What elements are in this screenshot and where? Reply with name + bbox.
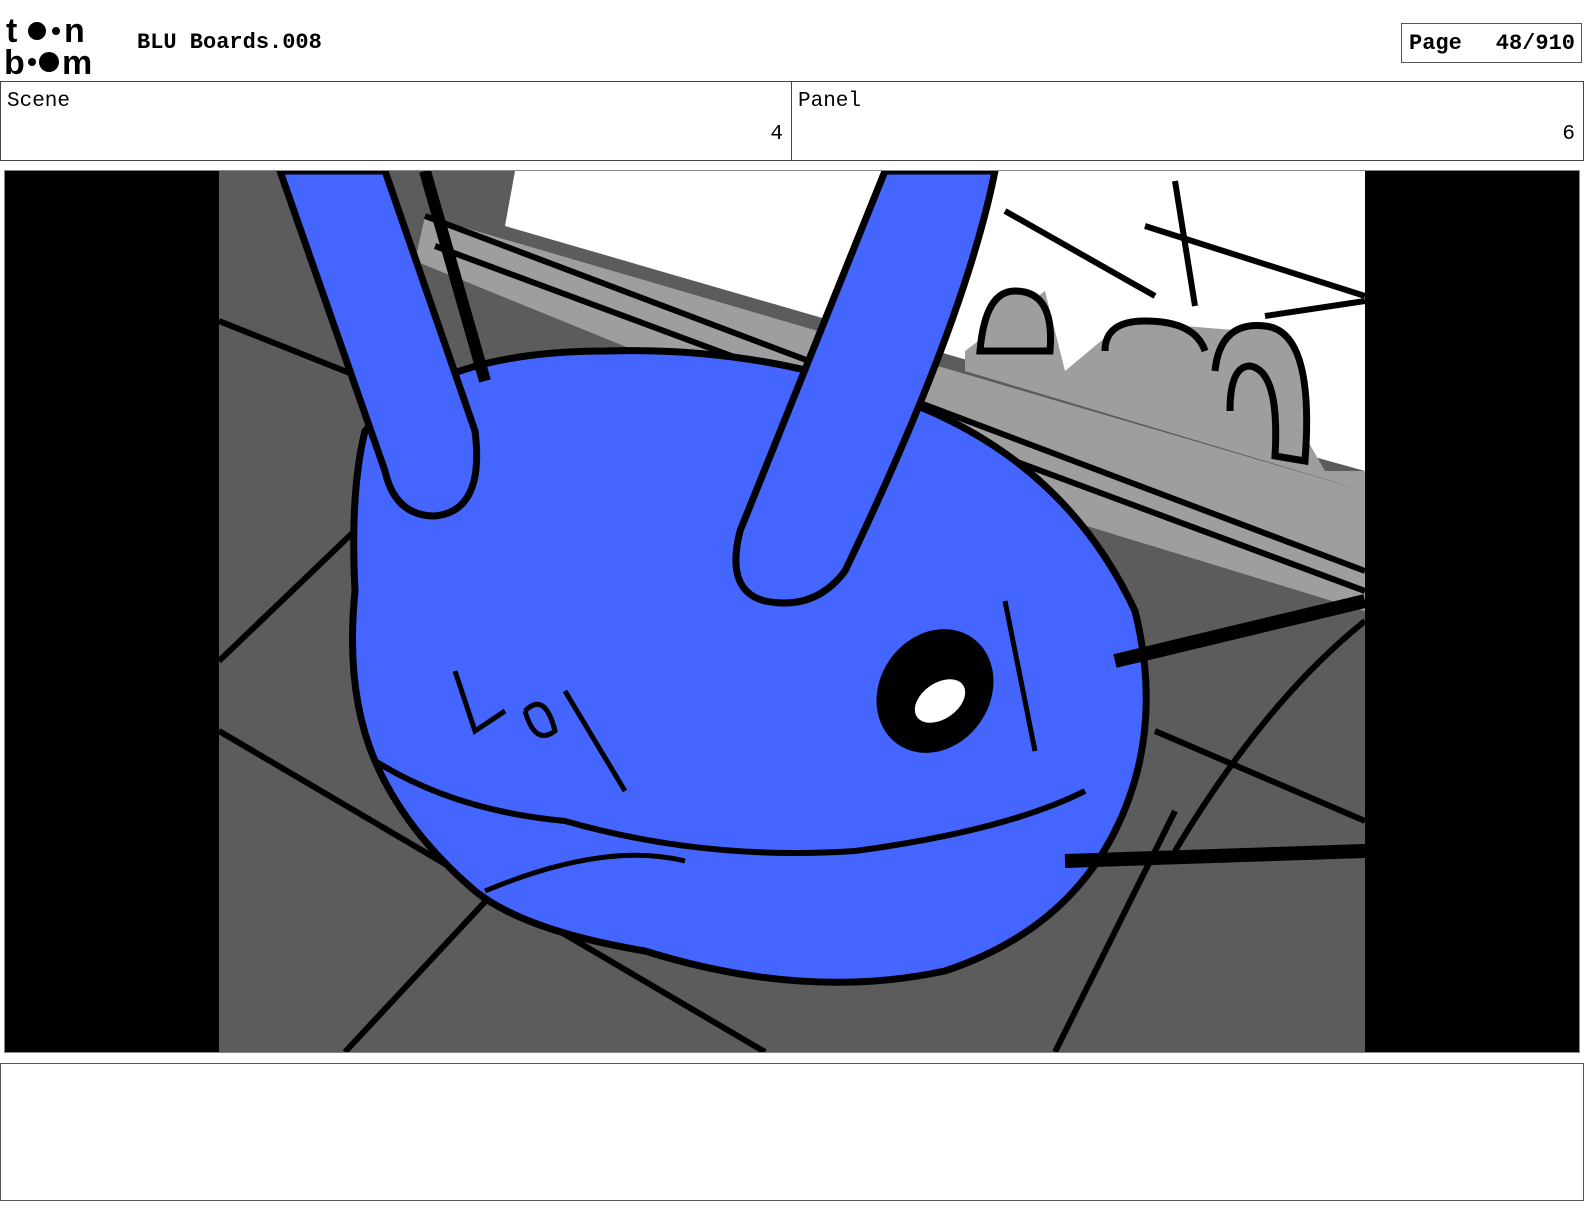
- storyboard-frame: [4, 170, 1580, 1053]
- page-indicator: Page 48/910: [1401, 23, 1582, 63]
- storyboard-panel-image: [5, 171, 1579, 1052]
- scene-panel-row: Scene 4 Panel 6: [0, 81, 1584, 161]
- svg-text:b: b: [4, 44, 25, 76]
- svg-text:m: m: [62, 44, 92, 76]
- page-number: 48/910: [1495, 30, 1575, 56]
- document-title: BLU Boards.008: [137, 30, 322, 55]
- scene-number: 4: [770, 123, 783, 146]
- scene-cell: Scene 4: [0, 82, 792, 160]
- notes-area: [0, 1063, 1584, 1201]
- panel-cell: Panel 6: [792, 82, 1584, 160]
- page-label: Page: [1409, 30, 1462, 56]
- panel-label: Panel: [798, 90, 862, 113]
- scene-label: Scene: [7, 90, 71, 113]
- toon-boom-logo: t n b m: [4, 14, 116, 76]
- panel-number: 6: [1562, 123, 1575, 146]
